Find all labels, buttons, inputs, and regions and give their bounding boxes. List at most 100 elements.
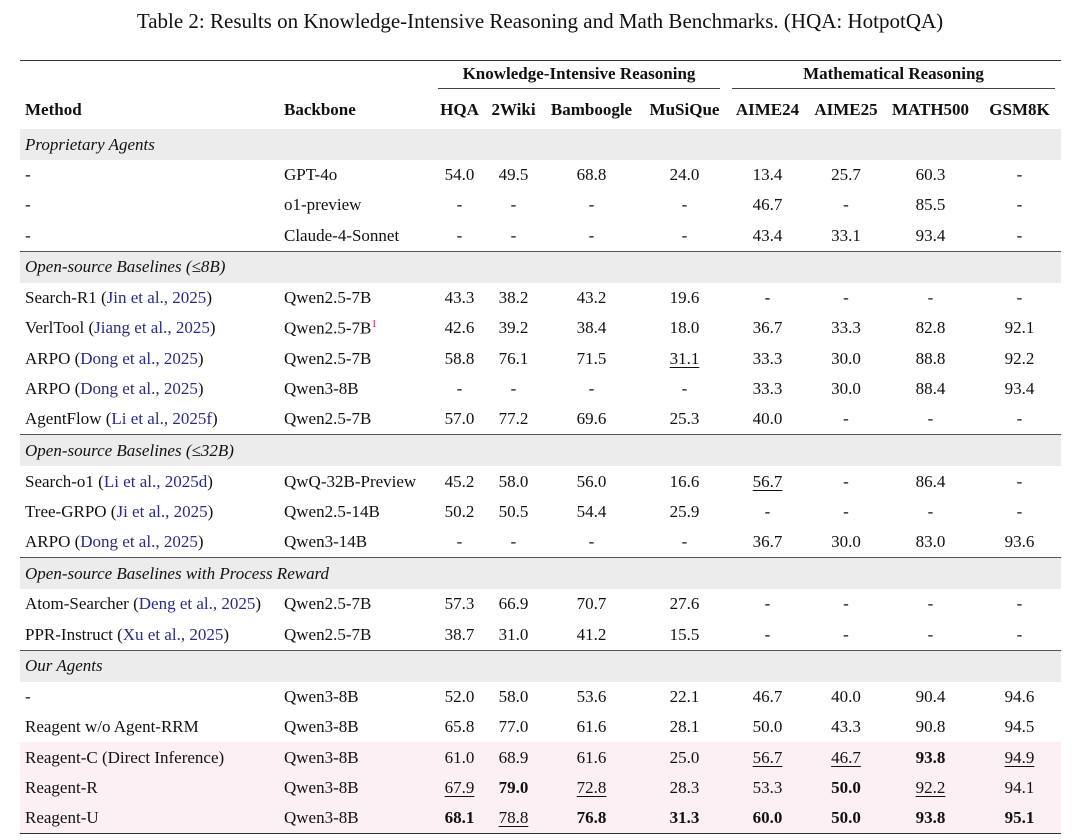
method-name: ARPO ( xyxy=(25,532,81,552)
score-cell-aime24: - xyxy=(726,497,809,527)
score-value: 93.6 xyxy=(1004,532,1035,552)
score-value: 53.3 xyxy=(752,777,783,797)
score-cell-2wiki: 68.9 xyxy=(487,742,540,773)
score-value: 95.1 xyxy=(1004,808,1035,828)
table-row: Search-o1 (Li et al., 2025d) QwQ-32B-Prev… xyxy=(20,466,1061,496)
citation-link[interactable]: Ji et al., 2025 xyxy=(116,502,207,521)
score-value: 57.0 xyxy=(444,409,475,429)
score-cell-math500: 86.4 xyxy=(883,466,978,496)
score-value: 76.8 xyxy=(576,808,607,828)
table-row: Tree-GRPO (Ji et al., 2025) Qwen2.5-14B 50… xyxy=(20,497,1061,527)
score-value: 60.0 xyxy=(752,808,783,828)
score-cell-2wiki: 49.5 xyxy=(487,160,540,190)
score-cell-gsm8k: - xyxy=(978,497,1061,527)
table-row: Reagent-R Qwen3-8B 67.9 79.0 72.8 28.3 53.3 50.… xyxy=(20,772,1061,804)
score-value: 42.6 xyxy=(444,318,475,338)
section-title: Open-source Baselines (≤8B) xyxy=(20,250,1061,283)
citation-link[interactable]: Li et al., 2025f xyxy=(111,409,212,428)
col-header-2wiki: 2Wiki xyxy=(491,100,536,119)
score-cell-2wiki: 77.0 xyxy=(487,712,540,742)
method-name: Reagent-C (Direct Inference) xyxy=(25,747,225,767)
score-cell-aime24: 60.0 xyxy=(726,803,809,835)
score-cell-bamboogle: 41.2 xyxy=(540,620,643,651)
score-cell-musique: 25.9 xyxy=(643,497,726,527)
footnote-marker[interactable]: 1 xyxy=(371,318,377,330)
score-cell-aime25: 50.0 xyxy=(809,803,883,835)
citation-link[interactable]: Jiang et al., 2025 xyxy=(94,318,210,337)
score-cell-math500: 93.4 xyxy=(883,221,978,252)
score-value: 50.0 xyxy=(752,717,783,737)
table-row: - GPT-4o 54.0 49.5 68.8 24.0 13.4 25.7 60.3 - xyxy=(20,160,1061,190)
citation-link[interactable]: Dong et al., 2025 xyxy=(80,379,198,398)
score-cell-hqa: 43.3 xyxy=(432,283,487,313)
score-cell-musique: 31.1 xyxy=(643,343,726,373)
method-cell: - xyxy=(20,160,282,190)
score-value: 94.5 xyxy=(1004,717,1035,737)
score-cell-aime25: 30.0 xyxy=(809,374,883,404)
score-cell-bamboogle: 61.6 xyxy=(540,712,643,742)
score-cell-gsm8k: 94.5 xyxy=(978,712,1061,742)
citation-link[interactable]: Xu et al., 2025 xyxy=(123,625,224,644)
method-cell: VerlTool (Jiang et al., 2025) xyxy=(20,313,282,343)
citation-link[interactable]: Li et al., 2025d xyxy=(104,472,207,491)
score-cell-math500: 88.8 xyxy=(883,343,978,373)
score-cell-bamboogle: 56.0 xyxy=(540,466,643,496)
score-value: 82.8 xyxy=(915,318,946,338)
score-cell-aime25: - xyxy=(809,404,883,435)
col-header-bamboogle: Bamboogle xyxy=(550,100,633,119)
score-cell-2wiki: - xyxy=(487,527,540,558)
column-header-row: Method Backbone HQA 2Wiki Bamboogle MuSi… xyxy=(20,91,1061,129)
score-cell-2wiki: 58.0 xyxy=(487,466,540,496)
method-name-suffix: ) xyxy=(255,594,262,614)
score-cell-bamboogle: 76.8 xyxy=(540,803,643,835)
score-value: - xyxy=(1016,288,1023,308)
score-cell-bamboogle: 43.2 xyxy=(540,283,643,313)
score-value: - xyxy=(927,501,934,521)
score-cell-hqa: - xyxy=(432,527,487,558)
score-cell-aime25: 46.7 xyxy=(809,742,883,773)
score-cell-math500: 90.4 xyxy=(883,682,978,712)
method-name-suffix: ) xyxy=(197,378,204,398)
score-value: 76.1 xyxy=(498,348,529,368)
score-value: 58.0 xyxy=(498,471,529,491)
citation-link[interactable]: Jin et al., 2025 xyxy=(107,288,207,307)
score-cell-hqa: 65.8 xyxy=(432,712,487,742)
score-cell-bamboogle: 38.4 xyxy=(540,313,643,343)
score-value: 78.8 xyxy=(498,808,529,828)
results-table-container: Knowledge-Intensive Reasoning Mathematic… xyxy=(20,60,1061,835)
backbone-cell: Qwen2.5-7B1 xyxy=(282,313,432,343)
score-cell-aime24: - xyxy=(726,589,809,619)
score-value: 28.1 xyxy=(669,717,700,737)
score-cell-musique: - xyxy=(643,190,726,220)
citation-link[interactable]: Deng et al., 2025 xyxy=(139,594,256,613)
score-value: 25.9 xyxy=(669,501,700,521)
score-cell-hqa: - xyxy=(432,190,487,220)
score-value: 40.0 xyxy=(831,687,861,706)
score-cell-2wiki: 79.0 xyxy=(487,772,540,804)
score-value: 77.2 xyxy=(498,409,529,429)
score-value: - xyxy=(510,195,517,215)
group-header-knowledge: Knowledge-Intensive Reasoning xyxy=(438,64,720,89)
citation-link[interactable]: Dong et al., 2025 xyxy=(80,349,198,368)
score-cell-2wiki: - xyxy=(487,221,540,252)
score-cell-aime24: 33.3 xyxy=(726,374,809,404)
score-cell-gsm8k: 94.6 xyxy=(978,682,1061,712)
score-cell-aime24: - xyxy=(726,620,809,651)
table-row: ARPO (Dong et al., 2025) Qwen3-14B - - - -36.… xyxy=(20,527,1061,558)
score-cell-hqa: 61.0 xyxy=(432,742,487,773)
backbone-name: Qwen3-8B xyxy=(284,747,359,767)
score-cell-bamboogle: 54.4 xyxy=(540,497,643,527)
score-cell-2wiki: 38.2 xyxy=(487,283,540,313)
score-value: 56.0 xyxy=(576,471,607,491)
score-cell-2wiki: 66.9 xyxy=(487,589,540,619)
score-value: 15.5 xyxy=(669,624,700,644)
backbone-name: GPT-4o xyxy=(284,165,338,185)
section-header-row: Open-source Baselines (≤8B) xyxy=(20,250,1061,283)
method-name: Tree-GRPO ( xyxy=(25,501,117,521)
score-cell-aime24: 36.7 xyxy=(726,313,809,343)
score-cell-aime25: 50.0 xyxy=(809,772,883,804)
method-name: - xyxy=(25,165,31,185)
score-cell-musique: 16.6 xyxy=(643,466,726,496)
citation-link[interactable]: Dong et al., 2025 xyxy=(80,532,198,551)
score-value: - xyxy=(681,532,688,552)
